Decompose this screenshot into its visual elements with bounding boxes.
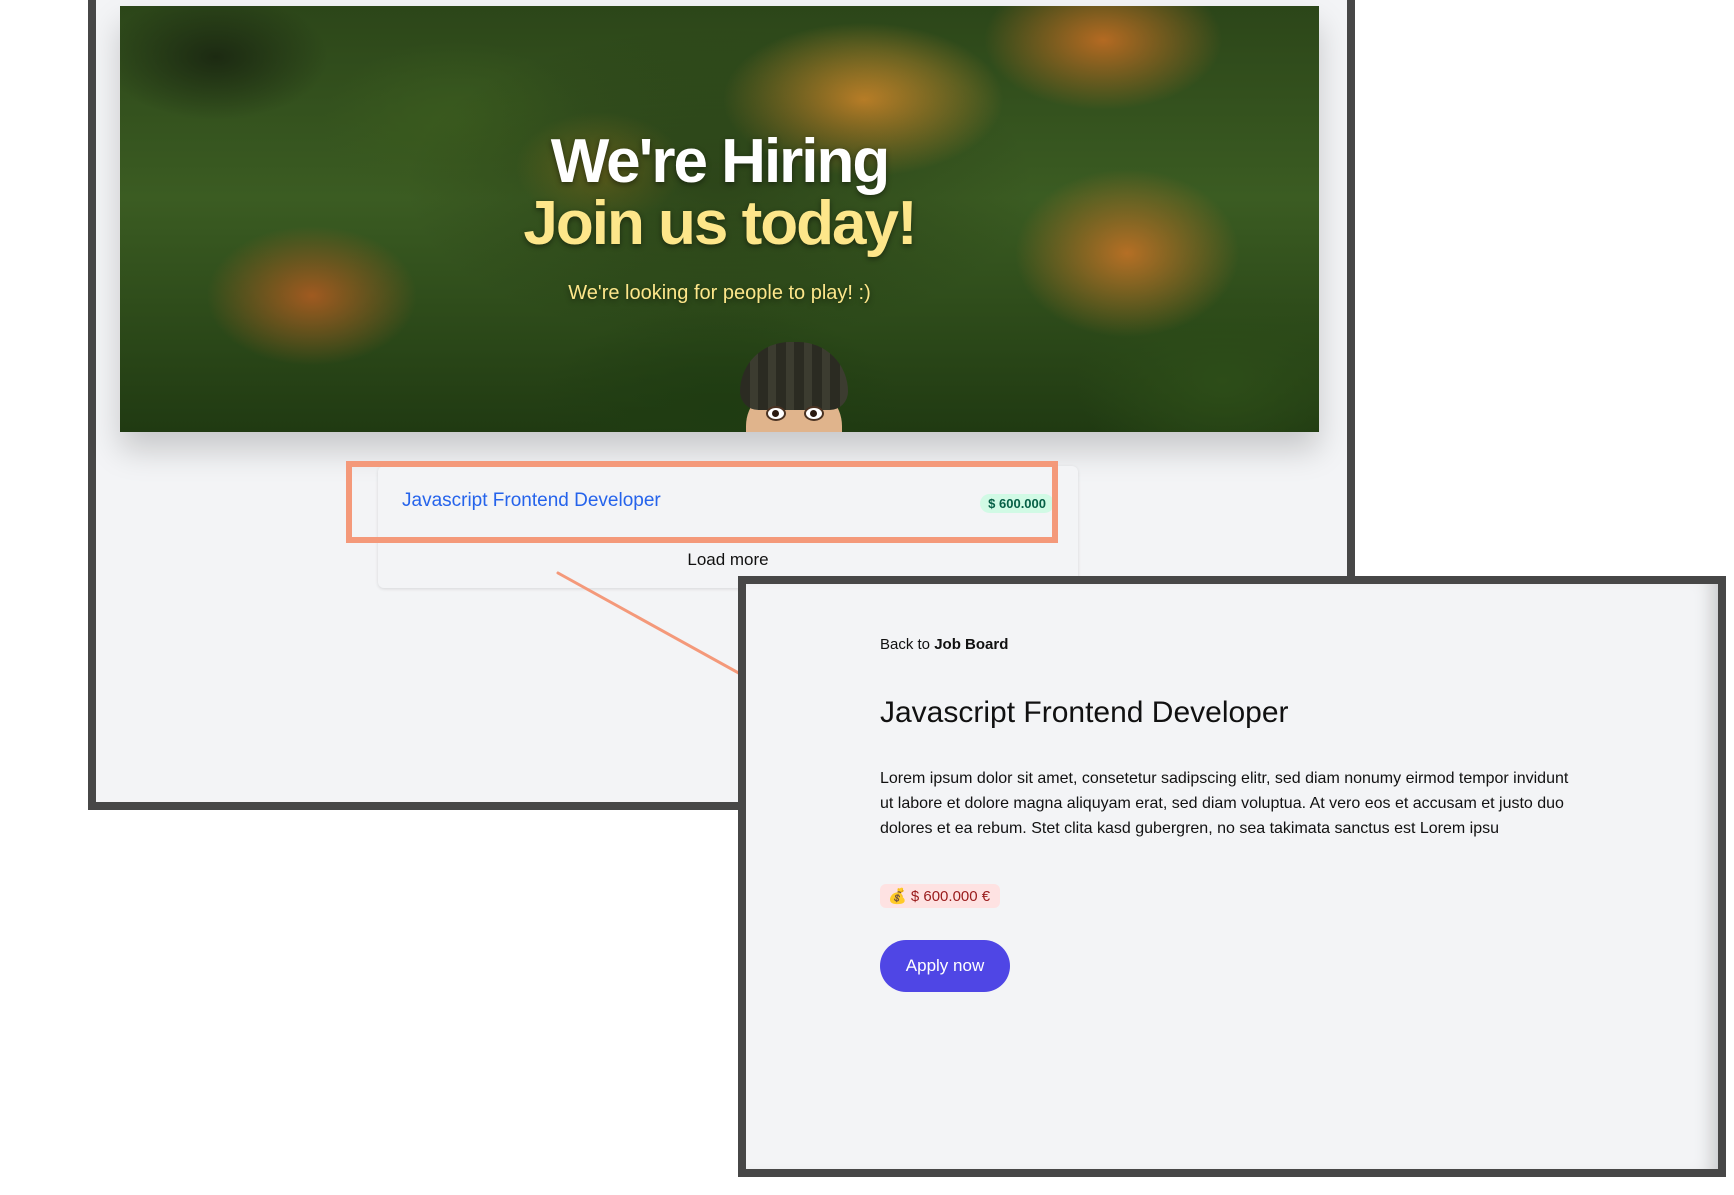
hero-banner: We're Hiring Join us today! We're lookin… — [120, 6, 1319, 432]
hero-subtitle: We're looking for people to play! :) — [568, 282, 871, 304]
job-detail-title: Javascript Frontend Developer — [880, 696, 1289, 729]
hero-tagline: Join us today! — [523, 189, 917, 258]
back-link[interactable]: Back to Job Board — [880, 636, 1008, 653]
job-detail-window: Back to Job Board Javascript Frontend De… — [738, 576, 1726, 1177]
mascot-eye-left — [766, 406, 786, 421]
salary-tag-text: $ 600.000 € — [910, 888, 991, 905]
money-bag-icon: 💰 — [888, 888, 907, 905]
hero-title: We're Hiring — [550, 127, 891, 196]
job-description: Lorem ipsum dolor sit amet, consetetur s… — [880, 770, 1569, 837]
back-link-prefix: Back to — [880, 636, 931, 653]
mascot-hat — [740, 342, 848, 410]
apply-now-button[interactable]: Apply now — [880, 940, 1010, 992]
load-more-button[interactable]: Load more — [378, 550, 1078, 570]
mascot-eye-right — [804, 406, 824, 421]
salary-tag: 💰 $ 600.000 € — [880, 884, 1001, 908]
mascot-image — [732, 342, 856, 432]
back-link-target[interactable]: Job Board — [934, 636, 1008, 653]
highlight-box — [346, 461, 1058, 543]
